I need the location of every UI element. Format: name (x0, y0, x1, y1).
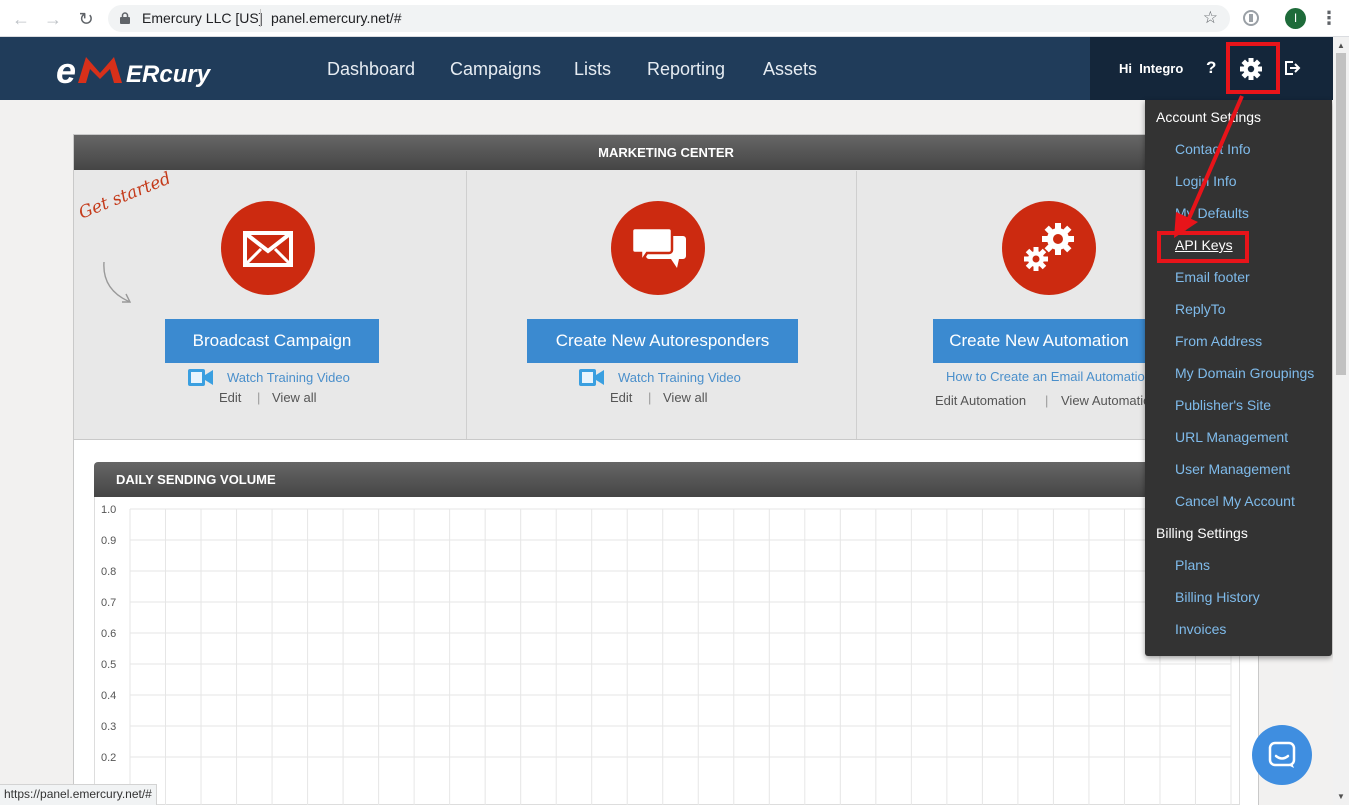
browser-menu-icon[interactable]: ⋮ (1320, 8, 1338, 28)
y-tick-label: 0.8 (101, 566, 116, 578)
menu-item-cancel-my-account[interactable]: Cancel My Account (1175, 493, 1295, 509)
bookmark-star-icon[interactable]: ☆ (1203, 8, 1218, 28)
gears-icon (1024, 223, 1074, 271)
scroll-up-arrow-icon[interactable]: ▲ (1337, 41, 1345, 50)
edit-automation-link[interactable]: Edit Automation (935, 393, 1026, 408)
billing-settings-heading: Billing Settings (1156, 525, 1248, 541)
edit-link[interactable]: Edit (610, 390, 632, 405)
y-tick-label: 0.6 (101, 628, 116, 640)
view-automations-link[interactable]: View Automations (1061, 393, 1145, 408)
scrollbar-thumb[interactable] (1336, 53, 1346, 375)
separator: | (1045, 393, 1049, 408)
address-bar[interactable]: Emercury LLC [US] panel.emercury.net/# ☆ (108, 5, 1230, 32)
nav-dashboard[interactable]: Dashboard (327, 59, 415, 80)
daily-volume-panel: DAILY SENDING VOLUME 1.0 0.9 0.8 0.7 0.6 0.5 0… (73, 440, 1259, 805)
create-automation-button[interactable]: Create New Automation (933, 319, 1145, 363)
user-greeting: Hi Integro (1119, 61, 1184, 76)
gear-highlight-box (1226, 42, 1280, 94)
menu-item-replyto[interactable]: ReplyTo (1175, 301, 1226, 317)
envelope-icon (243, 231, 293, 267)
status-bar-url: https://panel.emercury.net/# (0, 784, 157, 805)
y-tick-label: 0.3 (101, 721, 116, 733)
menu-item-url-management[interactable]: URL Management (1175, 429, 1288, 445)
y-tick-label: 0.9 (101, 535, 116, 547)
gears-circle (1002, 201, 1096, 295)
annotation-arrow (1174, 95, 1244, 238)
svg-text:ERcury: ERcury (126, 61, 212, 88)
divider (260, 9, 261, 27)
menu-item-user-management[interactable]: User Management (1175, 461, 1290, 477)
separator: | (648, 390, 652, 405)
view-all-link[interactable]: View all (272, 390, 317, 405)
menu-item-invoices[interactable]: Invoices (1175, 621, 1226, 637)
logout-icon[interactable] (1283, 59, 1301, 77)
edit-link[interactable]: Edit (219, 390, 241, 405)
broadcast-campaign-button[interactable]: Broadcast Campaign (165, 319, 379, 363)
site-identity: Emercury LLC [US] (142, 10, 263, 26)
view-all-link[interactable]: View all (663, 390, 708, 405)
y-tick-label: 0.2 (101, 752, 116, 764)
menu-item-email-footer[interactable]: Email footer (1175, 269, 1250, 285)
browser-toolbar: ← → ↻ Emercury LLC [US] panel.emercury.n… (0, 0, 1349, 37)
how-to-create-automation-link[interactable]: How to Create an Email Automation (946, 369, 1145, 384)
svg-text:e: e (56, 50, 76, 91)
daily-volume-chart: 1.0 0.9 0.8 0.7 0.6 0.5 0.4 0.3 0.2 (101, 504, 1232, 805)
nav-lists[interactable]: Lists (574, 59, 611, 80)
menu-item-plans[interactable]: Plans (1175, 557, 1210, 573)
daily-volume-chart-area: 1.0 0.9 0.8 0.7 0.6 0.5 0.4 0.3 0.2 (94, 497, 1240, 805)
back-arrow-icon[interactable]: ← (11, 9, 31, 29)
emercury-logo[interactable]: e ERcury (56, 47, 246, 91)
video-camera-icon (579, 369, 604, 386)
chat-circle (611, 201, 705, 295)
y-tick-label: 0.7 (101, 597, 116, 609)
reload-icon[interactable]: ↻ (76, 9, 96, 29)
create-autoresponders-button[interactable]: Create New Autoresponders (527, 319, 798, 363)
lock-icon (120, 12, 130, 24)
chat-widget-button[interactable] (1252, 725, 1312, 785)
curved-arrow-icon (103, 261, 132, 303)
menu-item-billing-history[interactable]: Billing History (1175, 589, 1260, 605)
app-header: e ERcury Dashboard Campaigns Lists Repor… (0, 37, 1333, 100)
url-text[interactable]: panel.emercury.net/# (271, 10, 401, 26)
menu-item-from-address[interactable]: From Address (1175, 333, 1262, 349)
menu-item-publisher-s-site[interactable]: Publisher's Site (1175, 397, 1271, 413)
profile-avatar[interactable]: I (1285, 8, 1306, 29)
y-tick-label: 1.0 (101, 504, 116, 516)
menu-item-my-domain-groupings[interactable]: My Domain Groupings (1175, 365, 1314, 381)
forward-arrow-icon[interactable]: → (43, 9, 63, 29)
daily-volume-title: DAILY SENDING VOLUME (94, 462, 1240, 497)
help-icon[interactable]: ? (1206, 58, 1216, 78)
y-tick-label: 0.5 (101, 659, 116, 671)
chat-icon (1268, 741, 1296, 768)
marketing-center-title: MARKETING CENTER (74, 135, 1258, 170)
separator: | (257, 390, 261, 405)
view-automations-clip: View Automations (1061, 392, 1145, 412)
nav-campaigns[interactable]: Campaigns (450, 59, 541, 80)
extension-icon[interactable] (1242, 9, 1260, 27)
nav-reporting[interactable]: Reporting (647, 59, 725, 80)
nav-assets[interactable]: Assets (763, 59, 817, 80)
video-camera-icon (188, 369, 213, 386)
watch-training-video-link[interactable]: Watch Training Video (618, 370, 741, 385)
watch-training-video-link[interactable]: Watch Training Video (227, 370, 350, 385)
chat-bubbles-icon (631, 226, 686, 268)
envelope-circle (221, 201, 315, 295)
scroll-down-arrow-icon[interactable]: ▼ (1337, 792, 1345, 801)
y-tick-label: 0.4 (101, 690, 116, 702)
page-scrollbar[interactable]: ▲ ▼ (1333, 37, 1349, 805)
automation-link-clip: How to Create an Email Automation (946, 369, 1145, 389)
